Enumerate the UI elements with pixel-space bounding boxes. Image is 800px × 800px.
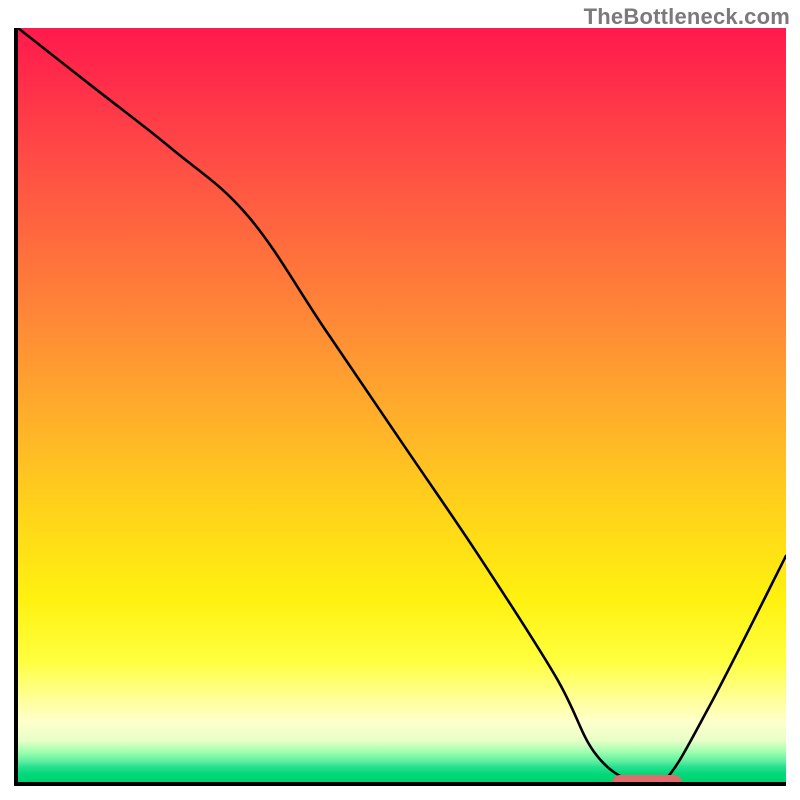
bottleneck-curve (18, 28, 786, 782)
attribution-text: TheBottleneck.com (584, 4, 790, 30)
chart-frame (14, 28, 786, 786)
optimal-range-marker (612, 775, 681, 782)
chart-plot-area (18, 28, 786, 782)
curve-path (18, 28, 786, 782)
